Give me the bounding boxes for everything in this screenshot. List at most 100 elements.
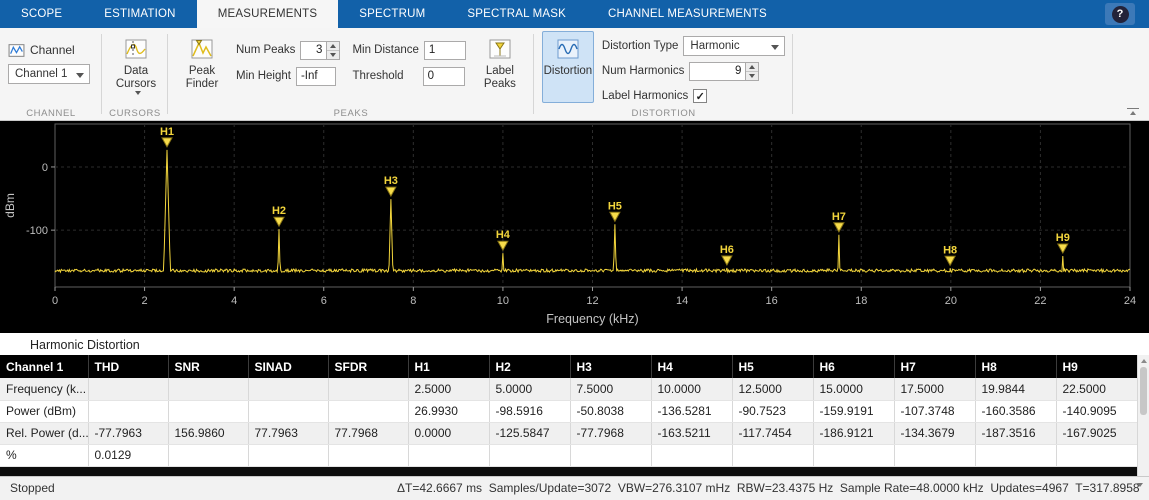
table-cell: 19.9844 (975, 378, 1057, 401)
tab-channel-measurements[interactable]: CHANNEL MEASUREMENTS (587, 0, 788, 28)
min-distance-input[interactable] (423, 40, 466, 60)
peak-finder-button[interactable]: Peak Finder (176, 31, 228, 103)
svg-text:H5: H5 (608, 200, 622, 212)
scrollbar-thumb[interactable] (1140, 367, 1147, 415)
distortion-icon (557, 39, 579, 59)
min-height-input[interactable] (295, 66, 336, 86)
table-cell: 0.0129 (88, 444, 169, 467)
distortion-type-value: Harmonic (690, 40, 740, 52)
harmonics-table: Channel 1 THD SNR SINAD SFDR H1 H2 H3 H4 H5 H6 H7 H8… (0, 355, 1138, 467)
column-header: Channel 1 (0, 355, 89, 378)
table-cell: 15.0000 (813, 378, 895, 401)
channel-button[interactable]: Channel (8, 31, 94, 61)
tab-spectrum[interactable]: SPECTRUM (338, 0, 446, 28)
table-cell: 0.0000 (408, 422, 490, 445)
data-cursors-icon (125, 39, 147, 59)
tab-estimation[interactable]: ESTIMATION (83, 0, 196, 28)
channel-icon (8, 43, 25, 57)
table-cell: -125.5847 (489, 422, 571, 445)
min-height-label: Min Height (236, 70, 291, 82)
svg-text:dBm: dBm (3, 193, 17, 218)
label-peaks-icon (489, 39, 511, 59)
svg-text:6: 6 (321, 295, 327, 307)
table-cell (408, 444, 490, 467)
num-peaks-stepper[interactable] (327, 40, 341, 60)
help-button[interactable]: ? (1105, 3, 1135, 25)
table-scrollbar[interactable] (1137, 355, 1149, 488)
data-cursors-label: Data Cursors (115, 65, 157, 90)
table-cell: -77.7968 (570, 422, 652, 445)
table-cell: 5.0000 (489, 378, 571, 401)
table-row[interactable]: % 0.0129 (0, 444, 1138, 467)
distortion-button-label: Distortion (543, 65, 593, 77)
table-cell (813, 444, 895, 467)
table-cell: Frequency (k... (0, 378, 89, 401)
tab-scope[interactable]: SCOPE (0, 0, 83, 28)
distortion-type-select[interactable]: Harmonic (683, 36, 786, 56)
table-cell: 17.5000 (894, 378, 976, 401)
svg-text:10: 10 (497, 295, 509, 307)
threshold-label: Threshold (352, 70, 404, 82)
distortion-toggle-button[interactable]: Distortion (541, 31, 594, 103)
table-row[interactable]: Rel. Power (d... -77.7963 156.9860 77.7963 7… (0, 422, 1138, 445)
help-icon: ? (1111, 5, 1129, 23)
scroll-up-icon[interactable] (1138, 355, 1149, 366)
status-state: Stopped (10, 481, 55, 495)
collapse-toolstrip-icon[interactable] (1127, 108, 1139, 115)
table-row[interactable]: Power (dBm) 26.9930 -98.5916 -50.8038 -136.5… (0, 400, 1138, 423)
table-cell (248, 378, 329, 401)
table-cell: -90.7523 (732, 400, 814, 423)
label-peaks-button[interactable]: Label Peaks (474, 31, 526, 103)
peak-finder-icon (191, 39, 213, 59)
table-cell: -167.9025 (1056, 422, 1138, 445)
num-harmonics-stepper[interactable] (746, 61, 760, 81)
channel-select[interactable]: Channel 1 (8, 64, 90, 84)
data-cursors-button[interactable]: Data Cursors (110, 31, 162, 103)
peaks-section-label: PEAKS (333, 108, 369, 119)
num-harmonics-label: Num Harmonics (601, 65, 685, 77)
table-cell: -134.3679 (894, 422, 976, 445)
cursors-section-label: CURSORS (109, 108, 161, 119)
table-cell: -163.5211 (651, 422, 733, 445)
column-header: H4 (651, 355, 733, 378)
min-distance-label: Min Distance (352, 44, 419, 56)
table-cell (975, 444, 1057, 467)
toolstrip-tab-bar: SCOPE ESTIMATION MEASUREMENTS SPECTRUM SPECT… (0, 0, 1149, 28)
table-cell (168, 444, 249, 467)
num-peaks-input[interactable] (300, 40, 328, 60)
svg-text:H8: H8 (943, 244, 957, 256)
tab-spectral-mask[interactable]: SPECTRAL MASK (446, 0, 587, 28)
channel-section-label: CHANNEL (26, 108, 76, 119)
table-cell: -159.9191 (813, 400, 895, 423)
num-harmonics-input[interactable] (689, 61, 747, 81)
table-cell: -50.8038 (570, 400, 652, 423)
svg-text:0: 0 (52, 295, 58, 307)
column-header: THD (88, 355, 169, 378)
table-cell (168, 378, 249, 401)
table-cell (732, 444, 814, 467)
table-cell (248, 444, 329, 467)
svg-text:8: 8 (410, 295, 416, 307)
distortion-type-label: Distortion Type (601, 40, 679, 52)
label-harmonics-checkbox[interactable]: ✓ (693, 89, 708, 103)
num-peaks-label: Num Peaks (236, 44, 296, 56)
status-bar: Stopped ΔT=42.6667 ms Samples/Update=307… (0, 476, 1149, 500)
column-header: SNR (168, 355, 249, 378)
table-cell: 12.5000 (732, 378, 814, 401)
spectrum-plot[interactable]: 0 2 4 6 8 10 12 14 16 18 20 22 24 0 -100 H1 H2 H3 H4 H5 H6 H7… (0, 121, 1149, 333)
svg-text:H9: H9 (1056, 232, 1070, 244)
svg-text:0: 0 (42, 162, 48, 174)
table-cell: 7.5000 (570, 378, 652, 401)
svg-text:-100: -100 (26, 225, 48, 237)
table-cell: 77.7968 (328, 422, 409, 445)
peak-finder-label: Peak Finder (185, 65, 219, 90)
threshold-input[interactable] (422, 66, 465, 86)
table-cell: 10.0000 (651, 378, 733, 401)
spectrum-svg: 0 2 4 6 8 10 12 14 16 18 20 22 240-100H1H2H3H4H5H6H7… (3, 123, 1136, 326)
table-cell: -107.3748 (894, 400, 976, 423)
table-row[interactable]: Frequency (k... 2.5000 5.0000 7.5000 10.0000… (0, 378, 1138, 401)
table-cell (328, 444, 409, 467)
statusbar-expand-icon[interactable] (1137, 483, 1143, 487)
ribbon-section-peaks: Peak Finder Num Peaks Min Height Min Dis… (168, 28, 534, 120)
tab-measurements[interactable]: MEASUREMENTS (196, 0, 339, 28)
